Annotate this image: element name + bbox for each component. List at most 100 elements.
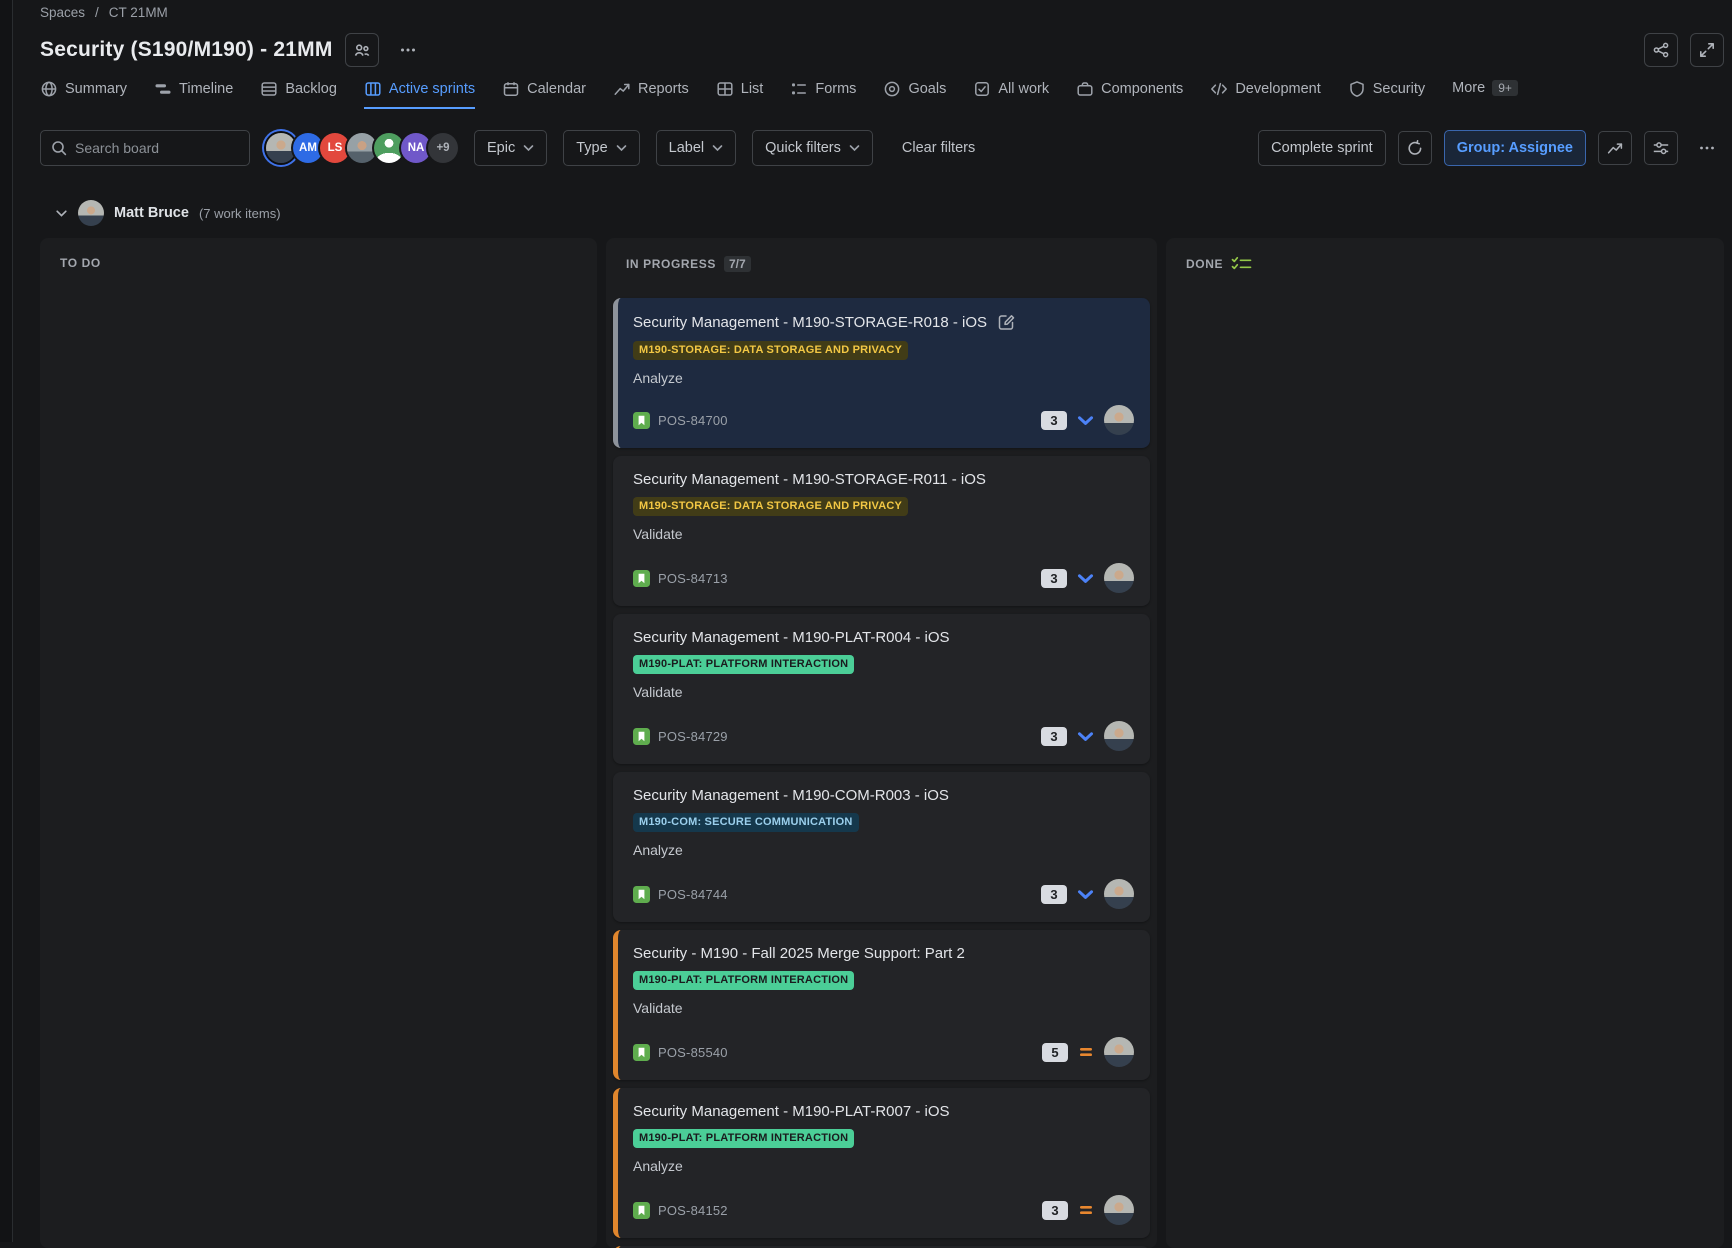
type-filter-dropdown[interactable]: Type xyxy=(563,130,639,166)
story-icon xyxy=(633,1044,650,1061)
card-status: Validate xyxy=(633,684,1134,700)
swimlane-header[interactable]: Matt Bruce (7 work items) xyxy=(40,199,1724,227)
fullscreen-button[interactable] xyxy=(1690,33,1724,67)
card-label-chip[interactable]: M190-STORAGE: DATA STORAGE AND PRIVACY xyxy=(633,497,908,516)
assignee-avatar[interactable] xyxy=(1104,563,1134,593)
tab-reports[interactable]: Reports xyxy=(613,80,689,109)
team-button[interactable] xyxy=(345,33,379,67)
refresh-loop-icon xyxy=(1406,139,1424,157)
column-title: TO DO xyxy=(60,256,101,270)
card-status: Analyze xyxy=(633,370,1134,386)
tab-calendar[interactable]: Calendar xyxy=(502,80,586,109)
tab-label: Goals xyxy=(908,81,946,97)
tab-timeline[interactable]: Timeline xyxy=(154,80,233,109)
breadcrumb-spaces[interactable]: Spaces xyxy=(40,5,85,20)
dropdown-label: Label xyxy=(669,140,704,156)
breadcrumb-separator: / xyxy=(95,5,99,20)
tab-goals[interactable]: Goals xyxy=(883,80,946,109)
insights-button[interactable] xyxy=(1598,131,1632,165)
assignee-avatar[interactable] xyxy=(1104,1195,1134,1225)
forms-icon xyxy=(790,80,808,98)
edit-icon[interactable] xyxy=(997,313,1016,332)
card-key: POS-85540 xyxy=(658,1045,728,1060)
target-icon xyxy=(883,80,901,98)
chevron-down-icon xyxy=(849,144,860,152)
avatar-am[interactable]: AM xyxy=(293,133,323,163)
card-key: POS-84744 xyxy=(658,887,728,902)
swimlane-avatar xyxy=(78,200,104,226)
timeline-icon xyxy=(154,80,172,98)
done-checklist-icon xyxy=(1231,256,1252,271)
tab-components[interactable]: Components xyxy=(1076,80,1183,109)
complete-sprint-button[interactable]: Complete sprint xyxy=(1258,130,1386,166)
card-label-chip[interactable]: M190-STORAGE: DATA STORAGE AND PRIVACY xyxy=(633,341,908,360)
tab-backlog[interactable]: Backlog xyxy=(260,80,337,109)
chevron-down-icon xyxy=(616,144,627,152)
card-label-chip[interactable]: M190-PLAT: PLATFORM INTERACTION xyxy=(633,971,854,990)
board-card[interactable]: Security Management - M190-PLAT-R007 - i… xyxy=(613,1088,1150,1238)
avatar-photo-2[interactable] xyxy=(347,133,377,163)
clear-filters-button[interactable]: Clear filters xyxy=(889,130,988,166)
board-card[interactable]: Security Management - M190-STORAGE-R011 … xyxy=(613,456,1150,606)
card-title: Security Management - M190-PLAT-R007 - i… xyxy=(633,1103,950,1120)
board-card[interactable]: Security Management - M190-PLAT-R004 - i… xyxy=(613,614,1150,764)
breadcrumb-project[interactable]: CT 21MM xyxy=(109,5,168,20)
tab-more[interactable]: More 9+ xyxy=(1452,80,1518,107)
view-settings-button[interactable] xyxy=(1644,131,1678,165)
tab-development[interactable]: Development xyxy=(1210,80,1320,109)
assignee-avatar[interactable] xyxy=(1104,879,1134,909)
card-label-chip[interactable]: M190-PLAT: PLATFORM INTERACTION xyxy=(633,655,854,674)
project-tabs: Summary Timeline Backlog Active sprints … xyxy=(40,80,1724,114)
assignee-avatar[interactable] xyxy=(1104,721,1134,751)
epic-filter-dropdown[interactable]: Epic xyxy=(474,130,547,166)
card-label-chip[interactable]: M190-PLAT: PLATFORM INTERACTION xyxy=(633,1129,854,1148)
priority-minor-icon xyxy=(1076,727,1095,746)
dropdown-label: Type xyxy=(576,140,607,156)
title-more-button[interactable] xyxy=(391,33,425,67)
calendar-icon xyxy=(502,80,520,98)
label-filter-dropdown[interactable]: Label xyxy=(656,130,736,166)
avatar-na[interactable]: NA xyxy=(401,133,431,163)
main-content: Spaces / CT 21MM Security (S190/M190) - … xyxy=(13,0,1732,1242)
board-more-button[interactable] xyxy=(1690,131,1724,165)
search-board xyxy=(40,130,250,166)
search-input[interactable] xyxy=(40,130,250,166)
avatar-overflow[interactable]: +9 xyxy=(428,133,458,163)
assignee-avatar[interactable] xyxy=(1104,1037,1134,1067)
tab-label: Active sprints xyxy=(389,81,475,97)
card-title: Security Management - M190-STORAGE-R011 … xyxy=(633,471,986,488)
tab-forms[interactable]: Forms xyxy=(790,80,856,109)
assignee-avatar[interactable] xyxy=(1104,405,1134,435)
share-button[interactable] xyxy=(1644,33,1678,67)
tab-security[interactable]: Security xyxy=(1348,80,1425,109)
board-card[interactable]: Security Management - M190-COM-R003 - iO… xyxy=(613,772,1150,922)
priority-medium-icon xyxy=(1077,1201,1095,1219)
card-status: Analyze xyxy=(633,842,1134,858)
refresh-button[interactable] xyxy=(1398,131,1432,165)
avatar-matt-bruce[interactable] xyxy=(266,133,296,163)
group-by-button[interactable]: Group: Assignee xyxy=(1444,130,1586,166)
swimlane-count: (7 work items) xyxy=(199,206,281,221)
board-card[interactable]: Security Management - M190-STORAGE-R018 … xyxy=(613,298,1150,448)
avatar-person-placeholder[interactable] xyxy=(374,133,404,163)
card-key: POS-84700 xyxy=(658,413,728,428)
people-icon xyxy=(353,41,371,59)
tab-label: Security xyxy=(1373,81,1425,97)
insights-chart-icon xyxy=(1606,139,1624,157)
board-card[interactable]: Security - M190 - Fall 2025 Merge Suppor… xyxy=(613,930,1150,1080)
chevron-expanded-icon[interactable] xyxy=(55,207,68,220)
tab-active-sprints[interactable]: Active sprints xyxy=(364,80,475,109)
tab-all-work[interactable]: All work xyxy=(973,80,1049,109)
tab-list[interactable]: List xyxy=(716,80,764,109)
globe-icon xyxy=(40,80,58,98)
avatar-ls[interactable]: LS xyxy=(320,133,350,163)
tab-summary[interactable]: Summary xyxy=(40,80,127,109)
story-points-badge: 3 xyxy=(1041,727,1067,746)
tab-label: Backlog xyxy=(285,81,337,97)
collapsed-sidebar-edge xyxy=(0,0,13,1242)
story-icon xyxy=(633,1202,650,1219)
card-title: Security Management - M190-COM-R003 - iO… xyxy=(633,787,949,804)
assignee-filter-avatars: AM LS NA +9 xyxy=(266,133,458,163)
quick-filters-dropdown[interactable]: Quick filters xyxy=(752,130,873,166)
card-label-chip[interactable]: M190-COM: SECURE COMMUNICATION xyxy=(633,813,859,832)
